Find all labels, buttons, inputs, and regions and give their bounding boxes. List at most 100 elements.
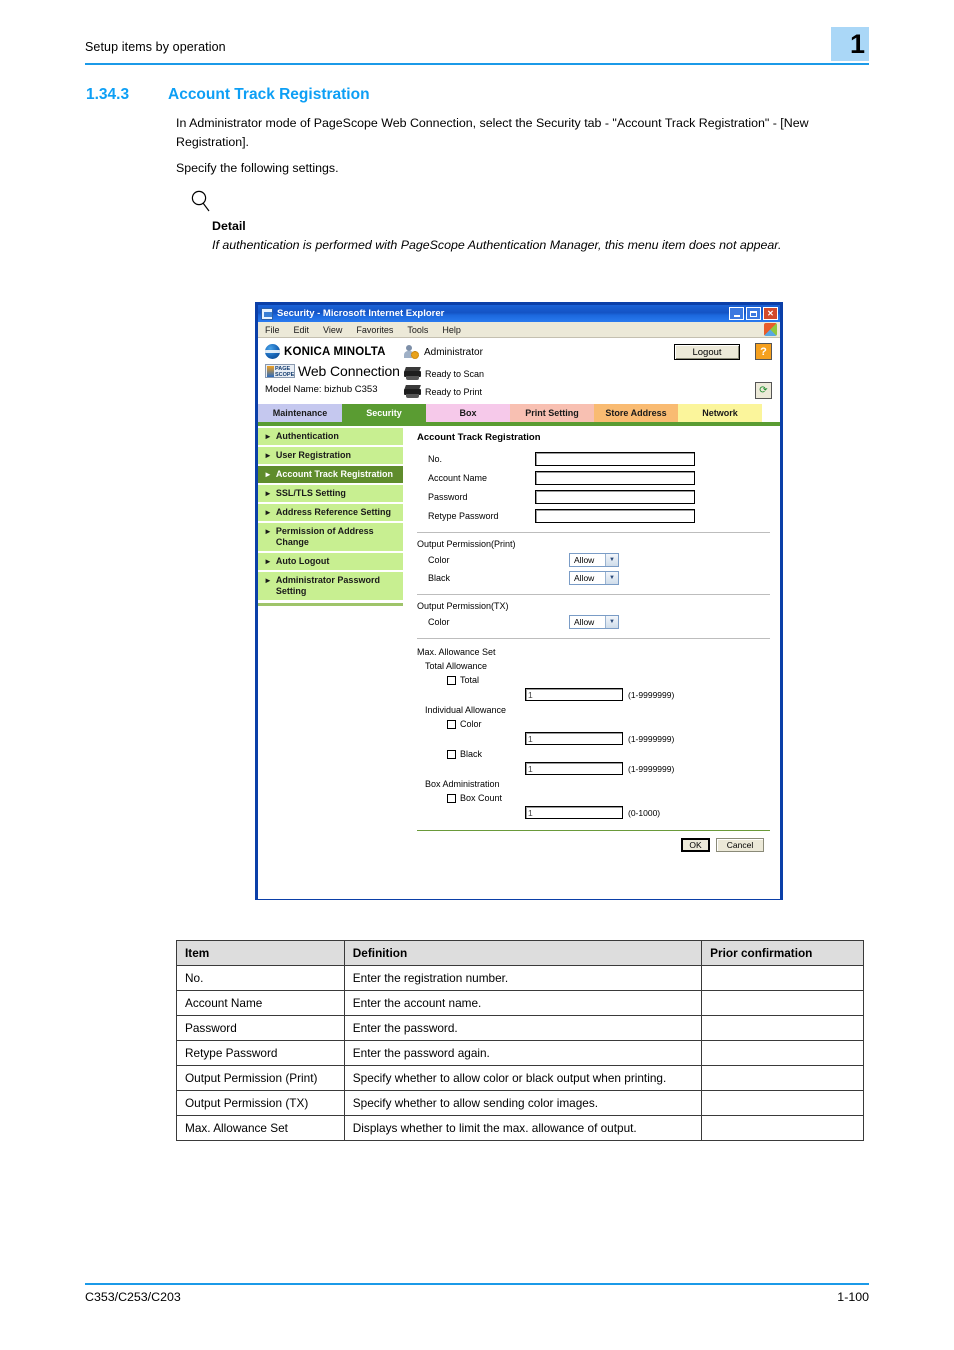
- sidebar-item-account-track-registration[interactable]: ► Account Track Registration: [258, 466, 403, 483]
- bullet-arrow-icon: ►: [264, 527, 272, 536]
- sidebar-item-authentication[interactable]: ► Authentication: [258, 428, 403, 445]
- no-input[interactable]: [535, 451, 695, 466]
- color-allowance-hint: (1-9999999): [628, 733, 675, 744]
- tab-network[interactable]: Network: [678, 404, 762, 422]
- ok-button[interactable]: OK: [681, 838, 710, 852]
- magnifier-icon: [191, 190, 210, 212]
- output-permission-tx-label: Output Permission(TX): [417, 601, 509, 611]
- black-allowance-input[interactable]: 1: [525, 762, 623, 775]
- menu-item-favorites[interactable]: Favorites: [349, 325, 400, 335]
- tab-maintenance[interactable]: Maintenance: [258, 404, 342, 422]
- section-divider: [417, 594, 770, 595]
- color-allowance-input[interactable]: 1: [525, 732, 623, 745]
- running-head-title: Setup items by operation: [85, 40, 226, 54]
- chevron-down-icon: ▼: [605, 572, 618, 584]
- print-black-label: Black: [428, 573, 451, 583]
- black-value-row: 1 (1-9999999): [417, 762, 770, 775]
- tab-store-address[interactable]: Store Address: [594, 404, 678, 422]
- table-row: Max. Allowance Set Displays whether to l…: [176, 1115, 864, 1141]
- print-black-dropdown[interactable]: Allow ▼: [569, 571, 619, 585]
- maximize-button[interactable]: [746, 307, 761, 320]
- total-checkbox[interactable]: [447, 675, 456, 685]
- tab-box[interactable]: Box: [426, 404, 510, 422]
- administrator-icon: [404, 345, 419, 359]
- webpage-body: ► Authentication ► User Registration ► A…: [258, 426, 780, 895]
- sidebar-label: Address Reference Setting: [275, 507, 391, 517]
- print-color-label: Color: [428, 555, 450, 565]
- retype-password-input[interactable]: [535, 508, 695, 523]
- sidebar-item-auto-logout[interactable]: ► Auto Logout: [258, 553, 403, 570]
- product-title-row: PAGE SCOPE Web Connection: [265, 363, 400, 379]
- sidebar-item-administrator-password-setting[interactable]: ► Administrator Password Setting: [258, 572, 403, 600]
- webpage-content: KONICA MINOLTA PAGE SCOPE Web Connection …: [258, 338, 780, 899]
- sidebar-item-ssl-tls-setting[interactable]: ► SSL/TLS Setting: [258, 485, 403, 502]
- total-allowance-input[interactable]: 1: [525, 688, 623, 701]
- account-name-input[interactable]: [535, 470, 695, 485]
- box-count-hint: (0-1000): [628, 807, 661, 818]
- form-action-buttons: OK Cancel: [417, 838, 770, 852]
- color-checkbox-row[interactable]: Color: [417, 719, 770, 729]
- browser-menu-bar: File Edit View Favorites Tools Help: [258, 322, 780, 338]
- cell-definition: Enter the registration number.: [343, 965, 703, 991]
- field-row-no: No.: [417, 449, 770, 468]
- sidebar-item-user-registration[interactable]: ► User Registration: [258, 447, 403, 464]
- max-allowance-block: Max. Allowance Set Total Allowance Total…: [417, 645, 770, 819]
- tab-print-setting[interactable]: Print Setting: [510, 404, 594, 422]
- box-count-value-row: 1 (0-1000): [417, 806, 770, 819]
- konica-minolta-globe-icon: [265, 344, 280, 359]
- bullet-arrow-icon: ►: [264, 508, 272, 517]
- column-header-prior: Prior confirmation: [701, 940, 864, 966]
- box-count-checkbox[interactable]: [447, 793, 456, 803]
- sidebar-item-permission-of-address-change[interactable]: ► Permission of Address Change: [258, 523, 403, 551]
- sidebar-label: Account Track Registration: [275, 469, 393, 479]
- black-checkbox-row[interactable]: Black: [417, 749, 770, 759]
- minimize-button[interactable]: [729, 307, 744, 320]
- menu-item-edit[interactable]: Edit: [287, 325, 317, 335]
- menu-item-file[interactable]: File: [258, 325, 287, 335]
- bullet-arrow-icon: ►: [264, 489, 272, 498]
- browser-window-screenshot: Security - Microsoft Internet Explorer ✕…: [255, 302, 783, 900]
- admin-status: Administrator: [404, 345, 483, 359]
- help-icon[interactable]: ?: [755, 343, 772, 360]
- logout-button[interactable]: Logout: [674, 344, 740, 360]
- box-count-checkbox-row[interactable]: Box Count: [417, 793, 770, 803]
- refresh-icon[interactable]: ⟳: [755, 382, 772, 399]
- table-row: No. Enter the registration number.: [176, 965, 864, 991]
- column-header-item: Item: [176, 940, 345, 966]
- table-row: Output Permission (Print) Specify whethe…: [176, 1065, 864, 1091]
- menu-item-tools[interactable]: Tools: [400, 325, 435, 335]
- table-row: Account Name Enter the account name.: [176, 990, 864, 1016]
- print-color-dropdown[interactable]: Allow ▼: [569, 553, 619, 567]
- cell-definition: Specify whether to allow sending color i…: [343, 1090, 703, 1116]
- sidebar-item-address-reference-setting[interactable]: ► Address Reference Setting: [258, 504, 403, 521]
- admin-status-label: Administrator: [424, 346, 483, 358]
- password-input[interactable]: [535, 489, 695, 504]
- bullet-arrow-icon: ►: [264, 557, 272, 566]
- cancel-button[interactable]: Cancel: [716, 838, 764, 852]
- main-tab-bar: Maintenance Security Box Print Setting S…: [258, 404, 780, 422]
- scanner-status-label: Ready to Scan: [425, 368, 485, 379]
- bullet-arrow-icon: ►: [264, 576, 272, 585]
- black-checkbox[interactable]: [447, 749, 456, 759]
- color-value-row: 1 (1-9999999): [417, 732, 770, 745]
- cell-definition: Specify whether to allow color or black …: [343, 1065, 703, 1091]
- tx-color-row: Color Allow ▼: [417, 613, 770, 631]
- tx-color-dropdown[interactable]: Allow ▼: [569, 615, 619, 629]
- menu-item-help[interactable]: Help: [435, 325, 468, 335]
- close-button[interactable]: ✕: [763, 307, 778, 320]
- sidebar-label: Authentication: [275, 431, 339, 441]
- printer-status-label: Ready to Print: [425, 386, 483, 397]
- footer-rule: [85, 1283, 869, 1285]
- total-checkbox-row[interactable]: Total: [417, 675, 770, 685]
- webpage-header: KONICA MINOLTA PAGE SCOPE Web Connection …: [258, 338, 780, 404]
- form-panel: Account Track Registration No. Account N…: [403, 426, 780, 895]
- tab-security[interactable]: Security: [342, 404, 426, 422]
- model-name-text: Model Name: bizhub C353: [265, 384, 378, 395]
- print-color-value: Allow: [574, 555, 595, 565]
- color-checkbox[interactable]: [447, 719, 456, 729]
- definition-table: Item Definition Prior confirmation No. E…: [176, 940, 864, 1141]
- box-count-input[interactable]: 1: [525, 806, 623, 819]
- cell-item: Max. Allowance Set: [176, 1115, 345, 1141]
- menu-item-view[interactable]: View: [316, 325, 349, 335]
- cell-item: No.: [176, 965, 345, 991]
